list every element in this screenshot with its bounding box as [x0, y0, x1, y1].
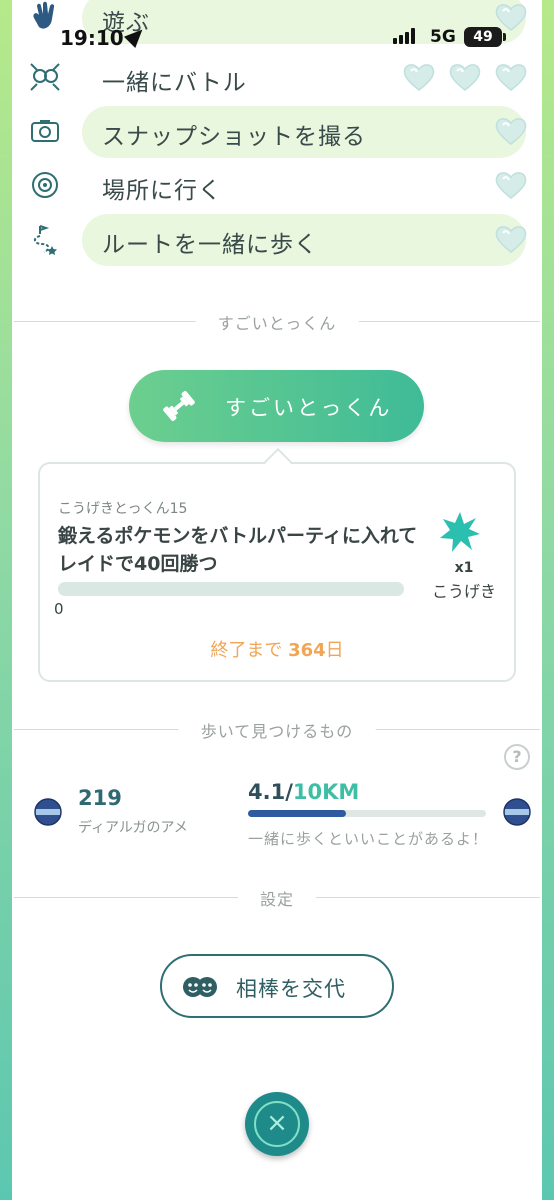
- close-icon: ×: [254, 1101, 300, 1147]
- bond-row: 場所に行く: [28, 160, 528, 212]
- bond-row: スナップショットを撮る: [28, 106, 528, 158]
- ends-prefix: 終了まで: [210, 640, 283, 661]
- battery-icon: 49: [464, 27, 506, 47]
- reward-count: x1: [454, 560, 474, 576]
- walk-section-title: 歩いて見つけるもの: [178, 718, 376, 742]
- km-separator: /: [285, 780, 293, 804]
- training-section-title: すごいとっくん: [195, 310, 359, 334]
- settings-section-divider: 設定: [14, 886, 540, 910]
- bond-hearts: [494, 224, 528, 254]
- walk-progress-fill: [248, 810, 346, 817]
- task-title: 鍛えるポケモンをバトルパーティに入れてレイドで40回勝つ: [58, 525, 418, 575]
- status-bar: 19:10 5G 49: [0, 0, 554, 70]
- heart-icon: [495, 226, 527, 253]
- km-current: 4.1: [248, 780, 286, 804]
- ends-days-value: 364: [288, 640, 326, 661]
- heart-icon: [495, 172, 527, 199]
- candy-count: 219: [78, 786, 122, 810]
- location-arrow-icon: [123, 23, 149, 49]
- settings-section-title: 設定: [237, 886, 317, 910]
- walk-section-divider: 歩いて見つけるもの: [14, 718, 540, 742]
- help-icon[interactable]: ?: [504, 744, 530, 770]
- dumbbell-icon: [163, 391, 195, 421]
- bond-hearts: [494, 116, 528, 146]
- walk-progress-bar: [248, 810, 486, 817]
- close-button[interactable]: ×: [245, 1092, 309, 1156]
- task-subtitle: こうげきとっくん15: [58, 501, 188, 517]
- candy-icon: [34, 798, 62, 826]
- training-section-divider: すごいとっくん: [14, 310, 540, 334]
- walk-hint: 一緒に歩くといいことがあるよ！: [248, 830, 489, 848]
- bond-row-label: スナップショットを撮る: [102, 124, 366, 150]
- candy-reward-icon: [503, 798, 531, 826]
- super-training-button[interactable]: すごいとっくん: [129, 370, 424, 442]
- super-training-button-label: すごいとっくん: [225, 396, 393, 420]
- candy-label: ディアルガのアメ: [78, 820, 188, 836]
- task-ends-in: 終了まで 364日: [40, 636, 514, 662]
- camera-icon: [28, 114, 62, 148]
- buddy-swap-icon: [183, 977, 217, 997]
- location-icon: [28, 168, 62, 202]
- bond-row: ルートを一緒に歩く: [28, 214, 528, 266]
- attack-star-icon: [440, 512, 480, 552]
- walk-distance: 4.1/10KM: [248, 780, 359, 804]
- network-type: 5G: [430, 27, 456, 47]
- training-task-card: こうげきとっくん15 鍛えるポケモンをバトルパーティに入れてレイドで40回勝つ …: [38, 447, 516, 682]
- heart-icon: [495, 118, 527, 145]
- km-goal: 10KM: [292, 780, 360, 804]
- bond-row-label: 場所に行く: [102, 178, 222, 204]
- reward-label: こうげき: [431, 582, 496, 601]
- task-progress-bar: [58, 582, 404, 596]
- task-progress-value: 0: [54, 600, 64, 618]
- signal-icon: [393, 28, 415, 44]
- route-icon: [28, 222, 62, 256]
- swap-buddy-label: 相棒を交代: [236, 977, 346, 1001]
- status-time: 19:10: [60, 26, 124, 50]
- bond-hearts: [494, 170, 528, 200]
- swap-buddy-button[interactable]: 相棒を交代: [160, 954, 394, 1018]
- ends-suffix: 日: [325, 640, 344, 661]
- bond-row-label: ルートを一緒に歩く: [102, 232, 318, 258]
